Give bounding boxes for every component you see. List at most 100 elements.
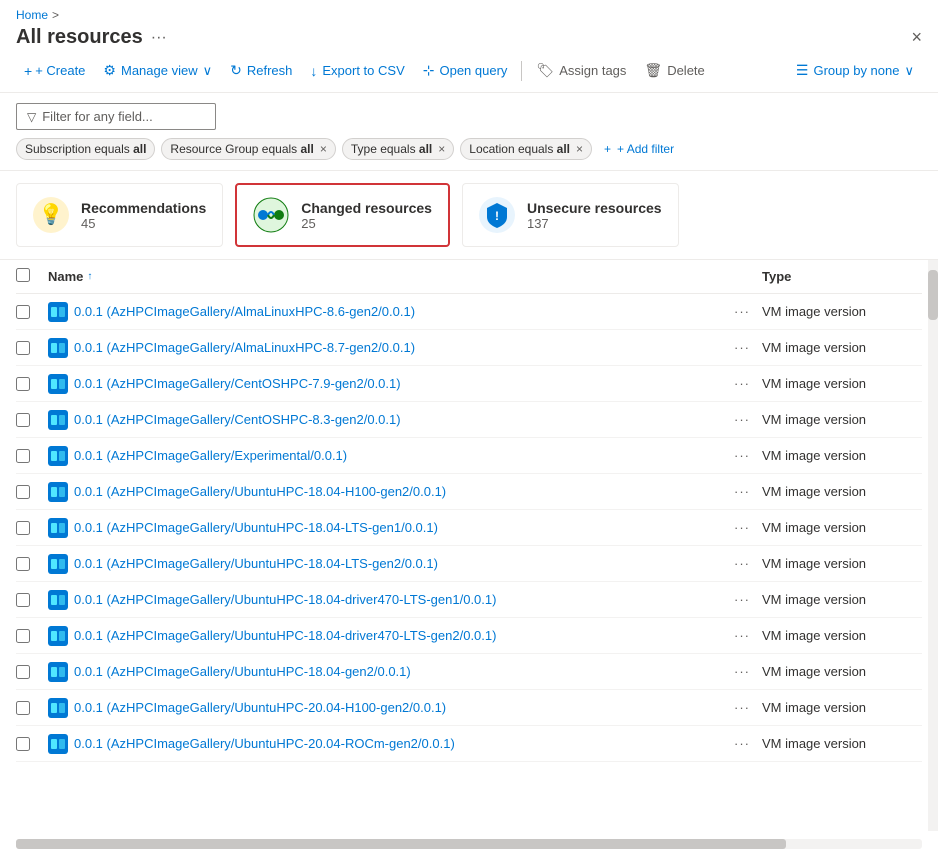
table-row: 0.0.1 (AzHPCImageGallery/UbuntuHPC-18.04… (16, 474, 922, 510)
row-type-3: VM image version (762, 412, 922, 427)
row-type-2: VM image version (762, 376, 922, 391)
row-checkbox-0[interactable] (16, 305, 48, 319)
row-actions-5[interactable]: ··· (722, 484, 762, 499)
toolbar-separator (521, 61, 522, 81)
filter-tag-type[interactable]: Type equals all × (342, 138, 454, 160)
row-actions-1[interactable]: ··· (722, 340, 762, 355)
scrollbar-thumb (928, 270, 938, 320)
row-actions-10[interactable]: ··· (722, 664, 762, 679)
table-header: Name ↑ Type (16, 260, 922, 294)
vm-image-icon (48, 698, 68, 718)
row-checkbox-4[interactable] (16, 449, 48, 463)
create-button[interactable]: + + Create (16, 58, 93, 84)
toolbar: + + Create ⚙ Manage view ∨ ↻ Refresh ↓ E… (0, 49, 938, 93)
refresh-button[interactable]: ↻ Refresh (222, 57, 300, 84)
row-name-4[interactable]: 0.0.1 (AzHPCImageGallery/Experimental/0.… (74, 448, 722, 463)
row-checkbox-7[interactable] (16, 557, 48, 571)
row-name-0[interactable]: 0.0.1 (AzHPCImageGallery/AlmaLinuxHPC-8.… (74, 304, 722, 319)
recommendations-icon: 💡 (33, 197, 69, 233)
row-name-10[interactable]: 0.0.1 (AzHPCImageGallery/UbuntuHPC-18.04… (74, 664, 722, 679)
filter-tag-subscription[interactable]: Subscription equals all (16, 138, 155, 160)
group-by-button[interactable]: ☰ Group by none ∨ (788, 57, 922, 84)
assign-tags-button[interactable]: 🏷 Assign tags (528, 57, 634, 84)
row-name-11[interactable]: 0.0.1 (AzHPCImageGallery/UbuntuHPC-20.04… (74, 700, 722, 715)
row-actions-0[interactable]: ··· (722, 304, 762, 319)
row-actions-8[interactable]: ··· (722, 592, 762, 607)
tag-icon: 🏷 (536, 62, 554, 79)
close-button[interactable]: × (911, 27, 922, 48)
row-name-12[interactable]: 0.0.1 (AzHPCImageGallery/UbuntuHPC-20.04… (74, 736, 722, 751)
open-query-button[interactable]: ⊹ Open query (415, 57, 516, 84)
vm-image-icon (48, 410, 68, 430)
unsecure-resources-icon: ! (479, 197, 515, 233)
row-checkbox-12[interactable] (16, 737, 48, 751)
row-actions-12[interactable]: ··· (722, 736, 762, 751)
row-name-8[interactable]: 0.0.1 (AzHPCImageGallery/UbuntuHPC-18.04… (74, 592, 722, 607)
manage-view-button[interactable]: ⚙ Manage view ∨ (95, 57, 220, 84)
row-actions-9[interactable]: ··· (722, 628, 762, 643)
row-checkbox-1[interactable] (16, 341, 48, 355)
row-checkbox-3[interactable] (16, 413, 48, 427)
row-checkbox-9[interactable] (16, 629, 48, 643)
filter-tag-resource-group-close[interactable]: × (320, 142, 327, 156)
vm-image-icon (48, 482, 68, 502)
table-rows: 0.0.1 (AzHPCImageGallery/AlmaLinuxHPC-8.… (16, 294, 922, 762)
column-type-header[interactable]: Type (762, 269, 922, 284)
export-csv-button[interactable]: ↓ Export to CSV (302, 58, 412, 84)
query-icon: ⊹ (423, 62, 435, 79)
svg-text:💡: 💡 (39, 202, 64, 226)
unsecure-resources-title: Unsecure resources (527, 200, 662, 216)
vm-image-icon (48, 374, 68, 394)
create-icon: + (24, 63, 32, 79)
table-row: 0.0.1 (AzHPCImageGallery/AlmaLinuxHPC-8.… (16, 294, 922, 330)
row-actions-3[interactable]: ··· (722, 412, 762, 427)
add-filter-button[interactable]: + + Add filter (598, 139, 680, 159)
row-actions-7[interactable]: ··· (722, 556, 762, 571)
row-name-3[interactable]: 0.0.1 (AzHPCImageGallery/CentOSHPC-8.3-g… (74, 412, 722, 427)
vm-image-icon (48, 518, 68, 538)
row-type-5: VM image version (762, 484, 922, 499)
row-name-6[interactable]: 0.0.1 (AzHPCImageGallery/UbuntuHPC-18.04… (74, 520, 722, 535)
filter-tag-type-close[interactable]: × (438, 142, 445, 156)
vm-image-icon (48, 662, 68, 682)
row-name-7[interactable]: 0.0.1 (AzHPCImageGallery/UbuntuHPC-18.04… (74, 556, 722, 571)
delete-button[interactable]: 🗑 Delete (636, 57, 712, 84)
unsecure-resources-count: 137 (527, 216, 662, 231)
column-name-header[interactable]: Name ↑ (48, 269, 722, 284)
row-actions-11[interactable]: ··· (722, 700, 762, 715)
table-row: 0.0.1 (AzHPCImageGallery/CentOSHPC-7.9-g… (16, 366, 922, 402)
more-options-button[interactable]: ··· (151, 29, 167, 47)
card-recommendations[interactable]: 💡 Recommendations 45 (16, 183, 223, 247)
row-actions-4[interactable]: ··· (722, 448, 762, 463)
row-checkbox-6[interactable] (16, 521, 48, 535)
row-checkbox-2[interactable] (16, 377, 48, 391)
horizontal-scrollbar[interactable] (16, 839, 922, 849)
row-checkbox-5[interactable] (16, 485, 48, 499)
table-row: 0.0.1 (AzHPCImageGallery/UbuntuHPC-18.04… (16, 546, 922, 582)
row-name-5[interactable]: 0.0.1 (AzHPCImageGallery/UbuntuHPC-18.04… (74, 484, 722, 499)
home-link[interactable]: Home (16, 8, 48, 22)
row-actions-6[interactable]: ··· (722, 520, 762, 535)
filter-tag-location[interactable]: Location equals all × (460, 138, 592, 160)
filter-tag-resource-group[interactable]: Resource Group equals all × (161, 138, 335, 160)
filter-icon: ▽ (27, 110, 36, 124)
table-row: 0.0.1 (AzHPCImageGallery/CentOSHPC-8.3-g… (16, 402, 922, 438)
select-all-checkbox[interactable] (16, 268, 30, 282)
row-checkbox-8[interactable] (16, 593, 48, 607)
row-checkbox-10[interactable] (16, 665, 48, 679)
sort-arrow-icon: ↑ (87, 271, 92, 282)
filter-tags: Subscription equals all Resource Group e… (16, 138, 922, 160)
row-checkbox-11[interactable] (16, 701, 48, 715)
row-name-1[interactable]: 0.0.1 (AzHPCImageGallery/AlmaLinuxHPC-8.… (74, 340, 722, 355)
filter-tag-location-close[interactable]: × (576, 142, 583, 156)
changed-resources-count: 25 (301, 216, 432, 231)
filter-input[interactable]: ▽ Filter for any field... (16, 103, 216, 130)
group-by-chevron: ∨ (904, 63, 914, 79)
card-changed-resources[interactable]: Changed resources 25 (235, 183, 450, 247)
row-name-2[interactable]: 0.0.1 (AzHPCImageGallery/CentOSHPC-7.9-g… (74, 376, 722, 391)
row-actions-2[interactable]: ··· (722, 376, 762, 391)
vertical-scrollbar[interactable] (928, 260, 938, 831)
card-unsecure-resources[interactable]: ! Unsecure resources 137 (462, 183, 679, 247)
row-name-9[interactable]: 0.0.1 (AzHPCImageGallery/UbuntuHPC-18.04… (74, 628, 722, 643)
row-type-10: VM image version (762, 664, 922, 679)
